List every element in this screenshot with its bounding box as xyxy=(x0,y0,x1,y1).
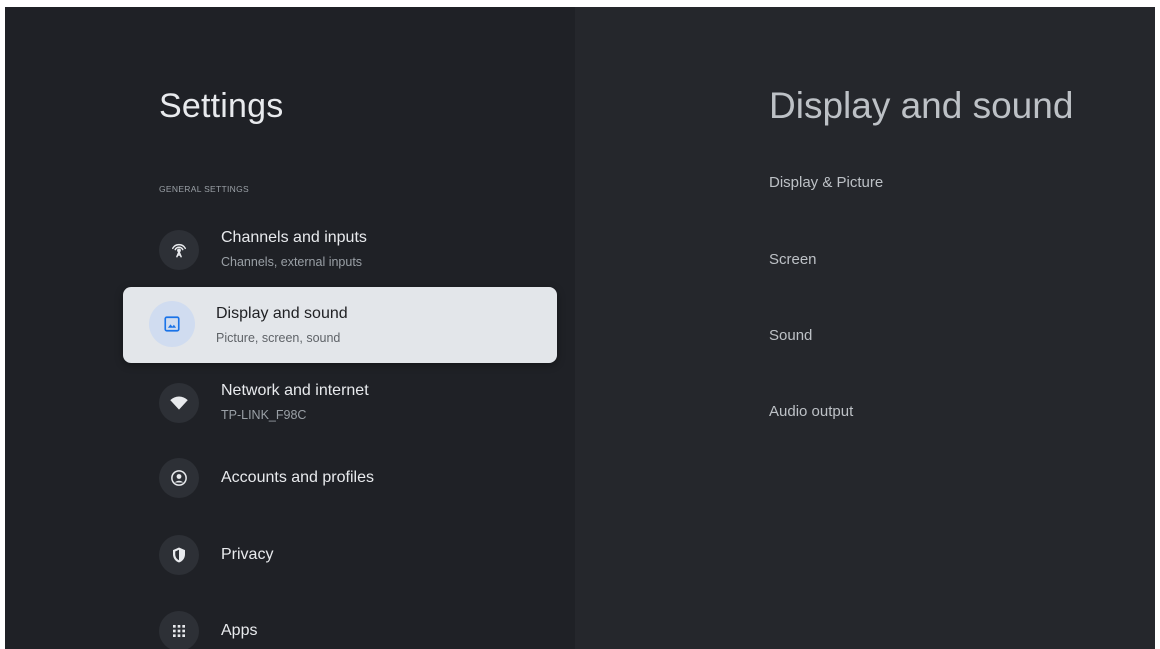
menu-item-title: Accounts and profiles xyxy=(221,469,374,486)
wifi-icon-circle xyxy=(159,383,199,423)
shield-icon-circle xyxy=(159,535,199,575)
account-icon xyxy=(171,470,187,486)
detail-item-display-picture[interactable]: Display & Picture xyxy=(769,174,883,191)
detail-item-sound[interactable]: Sound xyxy=(769,327,812,344)
page-title: Settings xyxy=(159,87,284,125)
menu-item-apps[interactable]: Apps xyxy=(123,593,557,649)
detail-item-audio-output[interactable]: Audio output xyxy=(769,403,853,420)
menu-item-title: Privacy xyxy=(221,546,274,563)
antenna-icon xyxy=(172,243,186,258)
menu-item-channels-inputs[interactable]: Channels and inputs Channels, external i… xyxy=(123,211,557,287)
menu-item-network-internet[interactable]: Network and internet TP-LINK_F98C xyxy=(123,364,557,440)
menu-item-privacy[interactable]: Privacy xyxy=(123,517,557,593)
menu-item-display-sound[interactable]: Display and sound Picture, screen, sound xyxy=(123,287,557,363)
apps-grid-icon-circle xyxy=(159,611,199,649)
menu-item-accounts-profiles[interactable]: Accounts and profiles xyxy=(123,440,557,516)
menu-item-title: Display and sound xyxy=(216,305,348,322)
detail-panel: Display and sound Display & Picture Scre… xyxy=(575,7,1155,649)
settings-panel: Settings GENERAL SETTINGS Channels and i… xyxy=(5,7,575,649)
apps-grid-icon xyxy=(173,625,185,637)
section-label-general: GENERAL SETTINGS xyxy=(159,184,249,194)
menu-item-title: Apps xyxy=(221,622,258,639)
menu-item-subtitle: TP-LINK_F98C xyxy=(221,408,307,422)
detail-item-screen[interactable]: Screen xyxy=(769,251,817,268)
menu-item-title: Channels and inputs xyxy=(221,229,367,246)
wifi-icon xyxy=(170,396,188,410)
antenna-icon-circle xyxy=(159,230,199,270)
account-icon-circle xyxy=(159,458,199,498)
menu-item-subtitle: Channels, external inputs xyxy=(221,255,363,269)
image-icon-circle xyxy=(149,301,195,347)
image-icon xyxy=(164,316,180,332)
menu-item-subtitle: Picture, screen, sound xyxy=(216,331,341,345)
shield-icon xyxy=(173,547,185,563)
tv-screen: Settings GENERAL SETTINGS Channels and i… xyxy=(5,7,1155,649)
menu-item-title: Network and internet xyxy=(221,382,369,399)
detail-title: Display and sound xyxy=(769,85,1074,126)
